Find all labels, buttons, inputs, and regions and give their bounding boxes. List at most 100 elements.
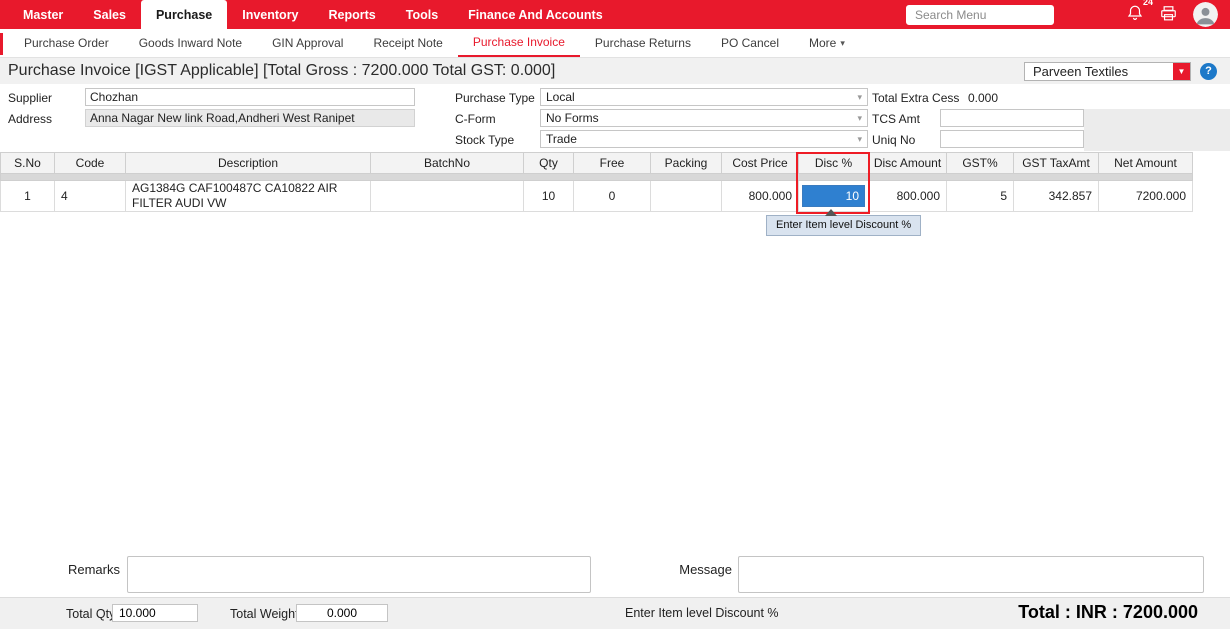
total-qty-input[interactable] (112, 604, 198, 622)
uniq-no-label: Uniq No (872, 133, 915, 147)
col-header-gst-percent: GST% (947, 153, 1014, 174)
title-bar: Purchase Invoice [IGST Applicable] [Tota… (0, 58, 1230, 84)
stock-type-value: Trade (546, 132, 577, 146)
help-button[interactable]: ? (1200, 63, 1217, 80)
form-right-filler (1084, 109, 1230, 151)
cell-gst-percent[interactable]: 5 (947, 181, 1014, 212)
c-form-label: C-Form (455, 112, 496, 126)
supplier-input[interactable] (85, 88, 415, 106)
col-header-description: Description (126, 153, 371, 174)
cell-sno[interactable]: 1 (1, 181, 55, 212)
grid-data-row: 1 4 AG1384G CAF100487C CA10822 AIR FILTE… (1, 181, 1193, 212)
message-label: Message (652, 562, 732, 577)
subnav-po-cancel[interactable]: PO Cancel (706, 29, 794, 57)
search-input[interactable] (906, 5, 1054, 25)
subnav-purchase-order[interactable]: Purchase Order (9, 29, 124, 57)
nav-master[interactable]: Master (8, 0, 78, 29)
cell-batchno[interactable] (371, 181, 524, 212)
cell-disc-amount[interactable]: 800.000 (869, 181, 947, 212)
status-message: Enter Item level Discount % (625, 606, 779, 620)
col-header-disc-percent: Disc % (799, 153, 869, 174)
cell-gst-taxamt[interactable]: 342.857 (1014, 181, 1099, 212)
company-dropdown-button[interactable]: ▼ (1173, 63, 1190, 80)
footer-bar: Total Qty Total Weight Enter Item level … (0, 597, 1230, 629)
discount-tooltip: Enter Item level Discount % (766, 215, 921, 236)
subnav-receipt-note[interactable]: Receipt Note (358, 29, 457, 57)
col-header-code: Code (55, 153, 126, 174)
cell-free[interactable]: 0 (574, 181, 651, 212)
nav-purchase[interactable]: Purchase (141, 0, 227, 29)
cell-code[interactable]: 4 (55, 181, 126, 212)
total-qty-label: Total Qty (66, 607, 115, 621)
nav-tools[interactable]: Tools (391, 0, 453, 29)
nav-sales[interactable]: Sales (78, 0, 141, 29)
grid-header-row: S.No Code Description BatchNo Qty Free P… (1, 153, 1193, 174)
total-extra-cess-label: Total Extra Cess (872, 91, 959, 105)
address-input[interactable] (85, 109, 415, 127)
address-label: Address (8, 112, 52, 126)
page-title: Purchase Invoice [IGST Applicable] [Tota… (8, 62, 555, 80)
stock-type-select[interactable]: Trade ▾ (540, 130, 868, 148)
grid-filter-row (1, 174, 1193, 181)
chevron-down-icon: ▾ (840, 38, 845, 49)
cell-description[interactable]: AG1384G CAF100487C CA10822 AIR FILTER AU… (126, 181, 371, 212)
cell-disc-percent[interactable]: 10 (799, 181, 869, 212)
disc-percent-value: 10 (846, 189, 859, 203)
message-textarea[interactable] (738, 556, 1204, 593)
subnav-goods-inward-note[interactable]: Goods Inward Note (124, 29, 257, 57)
subnav-gin-approval[interactable]: GIN Approval (257, 29, 358, 57)
subnav-more[interactable]: More ▾ (794, 29, 860, 57)
caret-down-icon: ▼ (1178, 67, 1186, 76)
disc-percent-input[interactable]: 10 (802, 185, 865, 207)
notification-badge: 24 (1143, 0, 1153, 7)
cell-cost-price[interactable]: 800.000 (722, 181, 799, 212)
cell-qty[interactable]: 10 (524, 181, 574, 212)
col-header-packing: Packing (651, 153, 722, 174)
discount-tooltip-text: Enter Item level Discount % (776, 219, 911, 231)
subnav-purchase-invoice[interactable]: Purchase Invoice (458, 29, 580, 57)
user-avatar[interactable] (1193, 2, 1218, 27)
item-grid: S.No Code Description BatchNo Qty Free P… (0, 152, 1192, 212)
subnav-accent-bar (0, 33, 3, 55)
remarks-label: Remarks (40, 562, 120, 577)
col-header-sno: S.No (1, 153, 55, 174)
notifications-button[interactable]: 24 (1126, 4, 1144, 25)
c-form-select[interactable]: No Forms ▾ (540, 109, 868, 127)
subnav-purchase-returns[interactable]: Purchase Returns (580, 29, 706, 57)
cell-net-amount[interactable]: 7200.000 (1099, 181, 1193, 212)
tcs-amt-label: TCS Amt (872, 112, 920, 126)
bell-icon (1126, 4, 1144, 25)
purchase-type-value: Local (546, 90, 575, 104)
col-header-gst-taxamt: GST TaxAmt (1014, 153, 1099, 174)
chevron-down-icon: ▾ (857, 113, 862, 124)
purchase-type-label: Purchase Type (455, 91, 535, 105)
chevron-down-icon: ▾ (857, 92, 862, 103)
total-extra-cess-value: 0.000 (968, 91, 998, 105)
cell-packing[interactable] (651, 181, 722, 212)
main-menu: Master Sales Purchase Inventory Reports … (0, 0, 618, 29)
print-button[interactable] (1159, 4, 1178, 26)
company-select-value: Parveen Textiles (1025, 63, 1173, 80)
chevron-down-icon: ▾ (857, 134, 862, 145)
tcs-amt-input[interactable] (940, 109, 1084, 127)
company-select[interactable]: Parveen Textiles ▼ (1024, 62, 1191, 81)
invoice-header-form: Supplier Address Purchase Type Local ▾ C… (0, 84, 1230, 152)
topnav-right-controls: 24 (906, 2, 1230, 27)
uniq-no-input[interactable] (940, 130, 1084, 148)
nav-reports[interactable]: Reports (314, 0, 391, 29)
subnav-more-label: More (809, 36, 836, 50)
col-header-cost-price: Cost Price (722, 153, 799, 174)
person-icon (1193, 16, 1218, 27)
top-navigation-bar: Master Sales Purchase Inventory Reports … (0, 0, 1230, 29)
purchase-submenu: Purchase Order Goods Inward Note GIN App… (0, 29, 1230, 58)
grand-total: Total : INR : 7200.000 (1018, 602, 1198, 623)
nav-inventory[interactable]: Inventory (227, 0, 313, 29)
col-header-net-amount: Net Amount (1099, 153, 1193, 174)
tooltip-arrow-icon (825, 209, 837, 216)
purchase-type-select[interactable]: Local ▾ (540, 88, 868, 106)
remarks-textarea[interactable] (127, 556, 591, 593)
total-weight-input[interactable] (296, 604, 388, 622)
c-form-value: No Forms (546, 111, 599, 125)
col-header-qty: Qty (524, 153, 574, 174)
nav-finance-accounts[interactable]: Finance And Accounts (453, 0, 618, 29)
